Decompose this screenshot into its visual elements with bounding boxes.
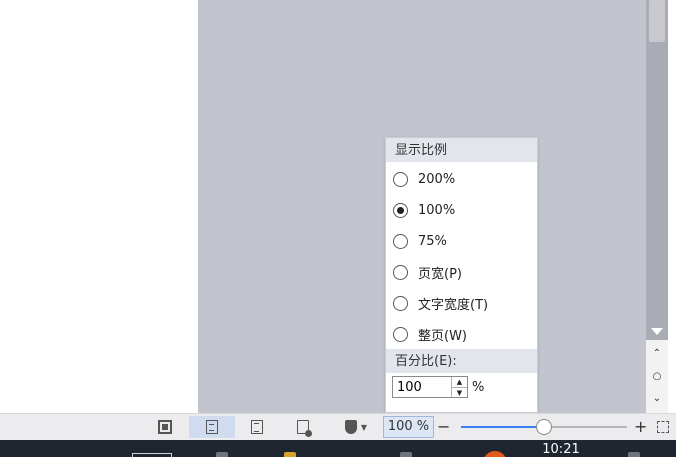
spin-up-icon[interactable]: ▲ [452,377,467,387]
task-view-icon[interactable] [132,453,172,457]
document-page[interactable] [0,0,198,413]
outline-view-icon [251,420,263,434]
window-edge [668,0,676,413]
taskbar-app-icon[interactable] [284,452,296,457]
zoom-option-label: 200% [418,172,456,187]
eye-protection-button[interactable]: ▼ [336,416,376,438]
zoom-option-label: 文字宽度(T) [418,298,489,313]
percent-input[interactable] [393,377,451,397]
radio-text-width[interactable] [393,296,408,311]
zoom-option-100[interactable]: 100% [386,195,537,226]
zoom-out-button[interactable]: − [437,416,450,438]
percent-unit: % [472,379,485,395]
previous-page-icon[interactable]: ⌃ [646,344,668,364]
zoom-option-label: 整页(W) [418,329,467,344]
zoom-section-title: 显示比例 [386,138,537,162]
outline-view-button[interactable] [244,416,270,438]
spin-down-icon[interactable]: ▼ [452,387,467,398]
taskbar: 10:21 [0,440,676,457]
zoom-slider-handle[interactable] [536,419,552,435]
percent-row: ▲ ▼ % [392,376,484,398]
browser-app-icon[interactable] [483,451,507,457]
zoom-option-whole-page[interactable]: 整页(W) [386,319,537,350]
zoom-option-label: 75% [418,234,447,249]
web-layout-button[interactable] [290,416,316,438]
next-page-icon[interactable]: ⌄ [646,389,668,409]
percent-spin[interactable]: ▲ ▼ [451,377,467,397]
radio-75[interactable] [393,234,408,249]
chevron-down-icon[interactable]: ▼ [361,423,367,432]
percent-section-title: 百分比(E): [386,349,537,373]
fit-window-icon[interactable] [657,421,669,433]
taskbar-clock[interactable]: 10:21 [536,442,586,457]
zoom-popup: 显示比例 200% 100% 75% 页宽(P) 文字宽度(T) 整页(W) 百… [385,137,538,413]
zoom-option-label: 页宽(P) [418,267,462,282]
percent-stepper[interactable]: ▲ ▼ [392,376,468,398]
notification-icon[interactable] [628,452,640,457]
web-layout-icon [297,420,312,437]
zoom-option-75[interactable]: 75% [386,226,537,257]
status-bar: ▼ 100 % − + [0,413,676,440]
zoom-option-text-width[interactable]: 文字宽度(T) [386,288,537,319]
radio-whole-page[interactable] [393,327,408,342]
scrollbar-track[interactable] [646,0,668,340]
zoom-options: 200% 100% 75% 页宽(P) 文字宽度(T) 整页(W) [386,162,537,350]
radio-page-width[interactable] [393,265,408,280]
select-browse-object-icon[interactable]: ○ [646,367,668,387]
zoom-option-label: 100% [418,203,456,218]
page-view-icon [206,420,218,434]
zoom-slider-fill [461,426,544,428]
page-view-button[interactable] [189,416,235,438]
radio-200[interactable] [393,172,408,187]
eye-protection-icon [344,420,357,434]
full-screen-icon [158,420,172,434]
zoom-slider[interactable] [461,419,627,435]
zoom-in-button[interactable]: + [634,416,647,438]
full-screen-button[interactable] [152,416,178,438]
taskbar-app-icon[interactable] [216,452,228,457]
zoom-option-200[interactable]: 200% [386,164,537,195]
scrollbar-thumb[interactable] [649,0,665,42]
zoom-option-page-width[interactable]: 页宽(P) [386,257,537,288]
zoom-level-display[interactable]: 100 % [383,416,434,438]
scroll-down-arrow-icon[interactable] [651,328,663,335]
radio-100[interactable] [393,203,408,218]
vertical-scrollbar[interactable]: ⌃ ○ ⌄ [646,0,668,413]
taskbar-app-icon[interactable] [400,452,412,457]
